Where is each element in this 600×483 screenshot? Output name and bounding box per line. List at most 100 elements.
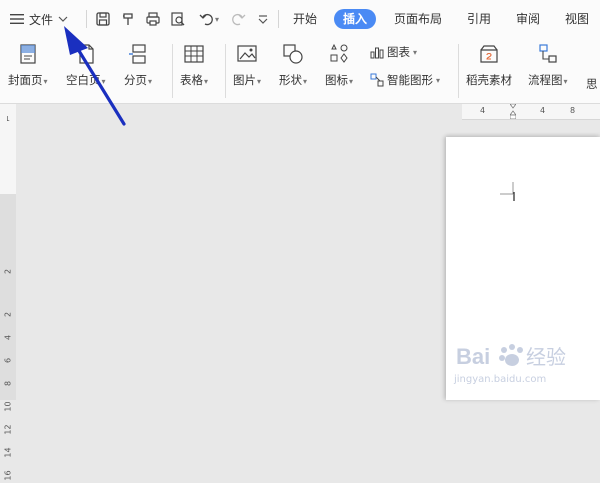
dropdown-icon: ▾ bbox=[43, 77, 48, 86]
ribbon-insert: 封面页▾ 空白页▾ 分页▾ 表格▾ 图片▾ 形状▾ 图标▾ 图表 ▾ 智能图形 ▾ bbox=[0, 38, 600, 104]
shape-button[interactable]: 形状▾ bbox=[279, 42, 307, 88]
quick-access-more-button[interactable] bbox=[254, 10, 272, 28]
icons-button[interactable]: 图标▾ bbox=[325, 42, 353, 88]
tab-page-layout[interactable]: 页面布局 bbox=[388, 9, 448, 29]
cover-page-label: 封面页 bbox=[8, 73, 43, 87]
dropdown-icon: ▾ bbox=[101, 77, 106, 86]
print-icon bbox=[146, 12, 160, 26]
flowchart-icon bbox=[539, 44, 557, 63]
title-bar: 文件 ▾ 开始 插入 页面布局 引用 审阅 视图 bbox=[0, 0, 600, 38]
ruler-label: 14 bbox=[3, 447, 13, 458]
print-preview-button[interactable] bbox=[169, 10, 187, 28]
ruler-label: 8 bbox=[3, 380, 13, 387]
blank-page-button[interactable]: 空白页▾ bbox=[66, 42, 106, 88]
baidu-logo-icon: Bai 经验 bbox=[456, 344, 566, 369]
ruler-label: 8 bbox=[570, 106, 576, 115]
separator bbox=[278, 10, 279, 28]
save-button[interactable] bbox=[94, 10, 112, 28]
picture-button[interactable]: 图片▾ bbox=[233, 42, 261, 88]
ruler-label: 12 bbox=[3, 424, 13, 435]
dropdown-icon: ▾ bbox=[563, 77, 568, 86]
ruler-label: 2 bbox=[3, 311, 13, 318]
svg-text:Bai: Bai bbox=[456, 344, 490, 369]
table-icon bbox=[184, 45, 204, 63]
separator bbox=[225, 44, 226, 98]
blank-page-icon bbox=[79, 44, 94, 64]
chart-icon bbox=[370, 47, 384, 59]
tab-references[interactable]: 引用 bbox=[459, 9, 499, 29]
dropdown-icon: ▾ bbox=[257, 77, 262, 86]
print-preview-icon bbox=[171, 12, 185, 26]
blank-page-label: 空白页 bbox=[66, 73, 101, 87]
redo-button[interactable] bbox=[229, 10, 247, 28]
cover-page-icon bbox=[20, 44, 36, 64]
chart-button[interactable]: 图表 ▾ bbox=[370, 44, 417, 60]
ruler-label: 2 bbox=[3, 268, 13, 275]
vertical-ruler[interactable]: ⌐ 2 2 4 6 8 10 12 14 16 bbox=[0, 104, 16, 481]
docer-material-button[interactable]: 稻壳素材 bbox=[466, 42, 512, 88]
table-label: 表格 bbox=[180, 73, 203, 87]
save-icon bbox=[96, 12, 110, 26]
watermark-url: jingyan.baidu.com bbox=[454, 374, 547, 385]
picture-icon bbox=[237, 45, 257, 62]
ruler-corner-mark: ⌐ bbox=[3, 115, 13, 122]
more-icon bbox=[258, 15, 268, 24]
undo-dropdown-icon: ▾ bbox=[214, 14, 219, 24]
page-break-icon bbox=[129, 44, 146, 64]
indent-marker[interactable] bbox=[509, 103, 517, 120]
watermark: Bai 经验 jingyan.baidu.com bbox=[454, 338, 594, 396]
file-menu-button[interactable]: 文件 bbox=[10, 10, 68, 28]
cover-page-button[interactable]: 封面页▾ bbox=[8, 42, 48, 88]
smart-art-button[interactable]: 智能图形 ▾ bbox=[370, 72, 440, 88]
page-break-label: 分页 bbox=[124, 73, 147, 87]
page-break-button[interactable]: 分页▾ bbox=[124, 42, 152, 88]
ruler-label: 6 bbox=[3, 357, 13, 364]
undo-button[interactable]: ▾ bbox=[196, 10, 222, 28]
dropdown-icon: ▾ bbox=[303, 77, 308, 86]
tab-insert[interactable]: 插入 bbox=[334, 9, 376, 29]
format-painter-button[interactable] bbox=[119, 10, 137, 28]
icons-label: 图标 bbox=[325, 73, 348, 87]
shape-label: 形状 bbox=[279, 73, 302, 87]
undo-icon bbox=[199, 13, 213, 26]
dropdown-icon: ▾ bbox=[349, 77, 354, 86]
separator bbox=[172, 44, 173, 98]
table-button[interactable]: 表格▾ bbox=[180, 42, 208, 88]
flowchart-button[interactable]: 流程图▾ bbox=[528, 42, 568, 88]
tab-review[interactable]: 审阅 bbox=[508, 9, 548, 29]
hamburger-menu-icon bbox=[10, 14, 24, 24]
docer-material-icon bbox=[480, 45, 498, 63]
horizontal-ruler[interactable]: 4 4 8 bbox=[462, 103, 600, 120]
smart-art-label: 智能图形 bbox=[387, 73, 433, 87]
file-menu-label: 文件 bbox=[29, 12, 54, 27]
dropdown-icon: ▾ bbox=[148, 77, 153, 86]
ruler-body bbox=[0, 194, 16, 400]
mind-map-button[interactable]: 思 bbox=[586, 76, 598, 92]
ruler-label: 4 bbox=[540, 106, 546, 115]
redo-icon bbox=[232, 13, 246, 26]
text-cursor bbox=[500, 182, 515, 201]
ruler-label: 4 bbox=[480, 106, 486, 115]
smart-art-icon bbox=[370, 73, 384, 87]
separator bbox=[458, 44, 459, 98]
separator bbox=[86, 10, 87, 28]
svg-text:经验: 经验 bbox=[526, 345, 566, 369]
format-painter-icon bbox=[123, 13, 133, 25]
chevron-down-icon bbox=[58, 16, 68, 22]
print-button[interactable] bbox=[144, 10, 162, 28]
dropdown-icon: ▾ bbox=[204, 77, 209, 86]
ruler-label: 16 bbox=[3, 470, 13, 481]
docer-material-label: 稻壳素材 bbox=[466, 73, 512, 87]
icons-library-icon bbox=[330, 43, 348, 63]
chart-label: 图表 bbox=[387, 45, 410, 59]
ruler-label: 4 bbox=[3, 334, 13, 341]
indent-marker-icon bbox=[509, 103, 517, 120]
tab-home[interactable]: 开始 bbox=[284, 9, 326, 29]
dropdown-icon: ▾ bbox=[413, 47, 418, 57]
flowchart-label: 流程图 bbox=[528, 73, 563, 87]
picture-label: 图片 bbox=[233, 73, 256, 87]
tab-view[interactable]: 视图 bbox=[557, 9, 597, 29]
shape-icon bbox=[283, 44, 303, 64]
dropdown-icon: ▾ bbox=[436, 75, 441, 85]
ruler-label: 10 bbox=[3, 401, 13, 412]
